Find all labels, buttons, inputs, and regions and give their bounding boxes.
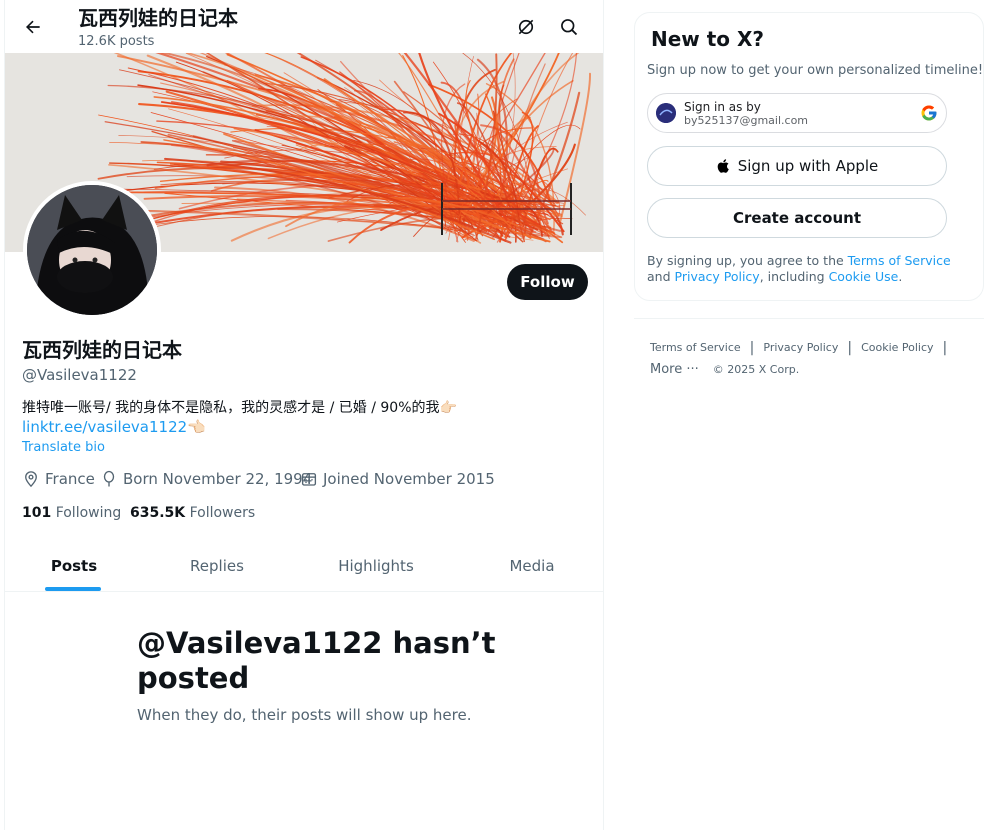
terms-of-service-link[interactable]: Terms of Service [848, 253, 951, 268]
signup-subtitle: Sign up now to get your own personalized… [647, 63, 984, 78]
profile-avatar[interactable] [23, 181, 161, 319]
following-label: Following [55, 505, 122, 521]
footer-separator: | [749, 340, 755, 356]
signup-terms: By signing up, you agree to the Terms of… [647, 253, 972, 285]
birthday-balloon-icon [103, 470, 115, 487]
footer-separator: | [847, 340, 853, 356]
follow-button[interactable]: Follow [507, 264, 588, 300]
birthday-text: Born November 22, 1994 [123, 470, 313, 488]
footer-cookie-link[interactable]: Cookie Policy [861, 341, 933, 355]
google-icon [921, 105, 937, 121]
google-email: by525137@gmail.com [684, 114, 809, 127]
followers-count: 635.5K [130, 505, 186, 521]
profile-birthday: Born November 22, 1994 [100, 469, 312, 489]
google-sign-in-button[interactable]: Sign in as by by525137@gmail.com [647, 93, 947, 133]
tab-posts[interactable]: Posts [5, 540, 143, 592]
google-account-avatar [656, 103, 676, 123]
followers-label: Followers [189, 505, 256, 521]
privacy-policy-link[interactable]: Privacy Policy [675, 269, 760, 284]
profile-display-name: 瓦西列娃的日记本 [22, 338, 182, 362]
terms-and: and [647, 269, 671, 284]
following-stat[interactable]: 101 Following [22, 505, 121, 522]
calendar-icon [301, 473, 317, 486]
create-account-button[interactable]: Create account [647, 198, 947, 238]
signup-panel: New to X? Sign up now to get your own pe… [634, 12, 984, 301]
footer-separator: | [942, 340, 948, 356]
empty-state-subtitle: When they do, their posts will show up h… [137, 706, 472, 724]
terms-prefix: By signing up, you agree to the [647, 253, 844, 268]
profile-header-bar: 瓦西列娃的日记本 12.6K posts [5, 0, 603, 53]
location-icon [25, 471, 37, 488]
back-arrow-icon [26, 20, 40, 34]
apple-signup-button[interactable]: Sign up with Apple [647, 146, 947, 186]
terms-including: , including [759, 269, 825, 284]
profile-tabs: Posts Replies Highlights Media [5, 540, 603, 592]
footer-privacy-link[interactable]: Privacy Policy [763, 341, 838, 355]
tab-replies[interactable]: Replies [143, 540, 291, 592]
apple-signup-label: Sign up with Apple [737, 157, 879, 175]
bio-link[interactable]: linktr.ee/vasileva1122👈🏻 [22, 417, 206, 437]
tab-highlights[interactable]: Highlights [291, 540, 461, 592]
empty-state-title: @Vasileva1122 hasn’t posted [137, 626, 496, 695]
back-button[interactable] [17, 11, 49, 43]
grok-icon [518, 19, 534, 35]
right-column-divider [634, 318, 984, 319]
header-title: 瓦西列娃的日记本 [78, 6, 238, 30]
search-button[interactable] [553, 11, 585, 43]
header-posts-count: 12.6K posts [78, 34, 155, 49]
cookie-use-link[interactable]: Cookie Use [829, 269, 899, 284]
signup-title: New to X? [651, 27, 765, 51]
profile-bio: 推特唯一账号/ 我的身体不是隐私，我的灵感才是 / 已婚 / 90%的我👉🏻 [22, 400, 457, 416]
footer-links-row-2: More ··· © 2025 X Corp. [650, 363, 799, 377]
grok-button[interactable] [510, 11, 542, 43]
profile-column: 瓦西列娃的日记本 12.6K posts Follow 瓦西列娃的日记本 @Va… [4, 0, 604, 830]
avatar-image [27, 185, 157, 315]
location-text: France [45, 470, 95, 488]
profile-handle: @Vasileva1122 [22, 366, 137, 384]
profile-location: France [22, 469, 95, 489]
tab-media[interactable]: Media [461, 540, 603, 592]
translate-bio-link[interactable]: Translate bio [22, 440, 105, 456]
joined-text: Joined November 2015 [323, 470, 495, 488]
footer-terms-link[interactable]: Terms of Service [650, 341, 741, 355]
footer-more-button[interactable]: More ··· [650, 363, 699, 377]
terms-end: . [898, 269, 903, 284]
active-tab-indicator [45, 587, 101, 591]
apple-icon [717, 159, 729, 173]
footer-copyright: © 2025 X Corp. [712, 363, 800, 376]
search-icon [561, 19, 578, 36]
footer-links-row-1: Terms of Service | Privacy Policy | Cook… [650, 341, 956, 355]
following-count: 101 [22, 505, 52, 521]
profile-joined: Joined November 2015 [300, 469, 495, 489]
followers-stat[interactable]: 635.5K Followers [130, 505, 255, 522]
google-sign-in-label: Sign in as by [684, 100, 761, 114]
